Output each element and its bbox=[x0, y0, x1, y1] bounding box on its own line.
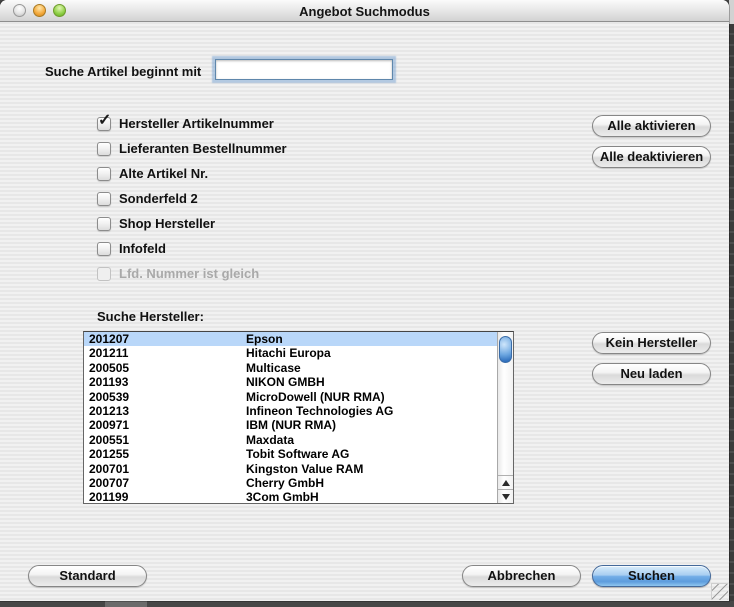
up-arrow-icon bbox=[502, 480, 510, 486]
checkbox-row[interactable]: ✓ Hersteller Artikelnummer bbox=[97, 116, 287, 131]
checkbox-label: Lfd. Nummer ist gleich bbox=[119, 266, 259, 281]
list-item[interactable]: 200505Multicase bbox=[84, 361, 497, 375]
manufacturer-name: Cherry GmbH bbox=[246, 476, 497, 490]
list-item[interactable]: 200701Kingston Value RAM bbox=[84, 462, 497, 476]
search-label: Suche Artikel beginnt mit bbox=[45, 64, 201, 79]
checkbox[interactable] bbox=[97, 242, 111, 256]
window-title: Angebot Suchmodus bbox=[0, 4, 729, 19]
no-manufacturer-button[interactable]: Kein Hersteller bbox=[592, 332, 711, 354]
resize-grip-icon[interactable] bbox=[711, 583, 728, 600]
manufacturer-name: Multicase bbox=[246, 361, 497, 375]
manufacturer-id: 201213 bbox=[84, 404, 246, 418]
checkbox[interactable] bbox=[97, 142, 111, 156]
checkbox[interactable] bbox=[97, 167, 111, 181]
checkmark-icon: ✓ bbox=[98, 113, 111, 129]
manufacturer-id: 201199 bbox=[84, 490, 246, 503]
scroll-up-button[interactable] bbox=[498, 475, 513, 489]
manufacturer-id: 200707 bbox=[84, 476, 246, 490]
down-arrow-icon bbox=[502, 494, 510, 500]
manufacturer-id: 201211 bbox=[84, 346, 246, 360]
hersteller-list-rows: 201207Epson201211Hitachi Europa200505Mul… bbox=[84, 332, 497, 503]
checkbox-row[interactable]: Sonderfeld 2 bbox=[97, 191, 287, 206]
manufacturer-name: MicroDowell (NUR RMA) bbox=[246, 390, 497, 404]
checkbox-row[interactable]: Lieferanten Bestellnummer bbox=[97, 141, 287, 156]
list-item[interactable]: 200539MicroDowell (NUR RMA) bbox=[84, 390, 497, 404]
cancel-button[interactable]: Abbrechen bbox=[462, 565, 581, 587]
search-button[interactable]: Suchen bbox=[592, 565, 711, 587]
checkbox-label: Sonderfeld 2 bbox=[119, 191, 198, 206]
list-item[interactable]: 201211Hitachi Europa bbox=[84, 346, 497, 360]
manufacturer-name: IBM (NUR RMA) bbox=[246, 418, 497, 432]
checkbox-label: Infofeld bbox=[119, 241, 166, 256]
search-input[interactable] bbox=[215, 59, 393, 80]
manufacturer-id: 200701 bbox=[84, 462, 246, 476]
list-item[interactable]: 200707Cherry GmbH bbox=[84, 476, 497, 490]
checkbox-row[interactable]: Infofeld bbox=[97, 241, 287, 256]
manufacturer-id: 200551 bbox=[84, 433, 246, 447]
checkbox[interactable] bbox=[97, 192, 111, 206]
checkbox-row[interactable]: Alte Artikel Nr. bbox=[97, 166, 287, 181]
manufacturer-name: NIKON GMBH bbox=[246, 375, 497, 389]
checkbox-row[interactable]: Shop Hersteller bbox=[97, 216, 287, 231]
dialog-window: Angebot Suchmodus Suche Artikel beginnt … bbox=[0, 0, 729, 601]
manufacturer-name: Infineon Technologies AG bbox=[246, 404, 497, 418]
list-item[interactable]: 2011993Com GmbH bbox=[84, 490, 497, 503]
manufacturer-id: 201255 bbox=[84, 447, 246, 461]
checkbox[interactable]: ✓ bbox=[97, 117, 111, 131]
manufacturer-id: 200971 bbox=[84, 418, 246, 432]
list-item[interactable]: 201207Epson bbox=[84, 332, 497, 346]
checkbox-group: ✓ Hersteller Artikelnummer Lieferanten Bes… bbox=[97, 116, 287, 291]
background-window-sliver-right bbox=[729, 24, 734, 607]
titlebar[interactable]: Angebot Suchmodus bbox=[0, 0, 729, 22]
checkbox-row: Lfd. Nummer ist gleich bbox=[97, 266, 287, 281]
list-item[interactable]: 201193NIKON GMBH bbox=[84, 375, 497, 389]
list-item[interactable]: 200551Maxdata bbox=[84, 433, 497, 447]
background-artifact bbox=[105, 601, 147, 607]
checkbox bbox=[97, 267, 111, 281]
list-item[interactable]: 201213Infineon Technologies AG bbox=[84, 404, 497, 418]
manufacturer-name: Hitachi Europa bbox=[246, 346, 497, 360]
hersteller-list-label: Suche Hersteller: bbox=[97, 309, 204, 324]
background-window-sliver-bottom bbox=[0, 601, 734, 607]
checkbox-label: Hersteller Artikelnummer bbox=[119, 116, 274, 131]
checkbox-label: Alte Artikel Nr. bbox=[119, 166, 208, 181]
background-window-sliver-top bbox=[729, 0, 734, 24]
hersteller-listbox: 201207Epson201211Hitachi Europa200505Mul… bbox=[83, 331, 514, 504]
manufacturer-id: 200539 bbox=[84, 390, 246, 404]
checkbox-label: Shop Hersteller bbox=[119, 216, 215, 231]
manufacturer-name: Epson bbox=[246, 332, 497, 346]
scrollbar-thumb[interactable] bbox=[499, 336, 512, 363]
checkbox-label: Lieferanten Bestellnummer bbox=[119, 141, 287, 156]
deactivate-all-button[interactable]: Alle deaktivieren bbox=[592, 146, 711, 168]
list-item[interactable]: 200971IBM (NUR RMA) bbox=[84, 418, 497, 432]
scrollbar[interactable] bbox=[497, 332, 513, 503]
manufacturer-name: Tobit Software AG bbox=[246, 447, 497, 461]
manufacturer-id: 200505 bbox=[84, 361, 246, 375]
manufacturer-id: 201193 bbox=[84, 375, 246, 389]
manufacturer-name: Maxdata bbox=[246, 433, 497, 447]
manufacturer-id: 201207 bbox=[84, 332, 246, 346]
activate-all-button[interactable]: Alle aktivieren bbox=[592, 115, 711, 137]
scroll-down-button[interactable] bbox=[498, 489, 513, 503]
reload-button[interactable]: Neu laden bbox=[592, 363, 711, 385]
standard-button[interactable]: Standard bbox=[28, 565, 147, 587]
list-item[interactable]: 201255Tobit Software AG bbox=[84, 447, 497, 461]
manufacturer-name: Kingston Value RAM bbox=[246, 462, 497, 476]
manufacturer-name: 3Com GmbH bbox=[246, 490, 497, 503]
checkbox[interactable] bbox=[97, 217, 111, 231]
